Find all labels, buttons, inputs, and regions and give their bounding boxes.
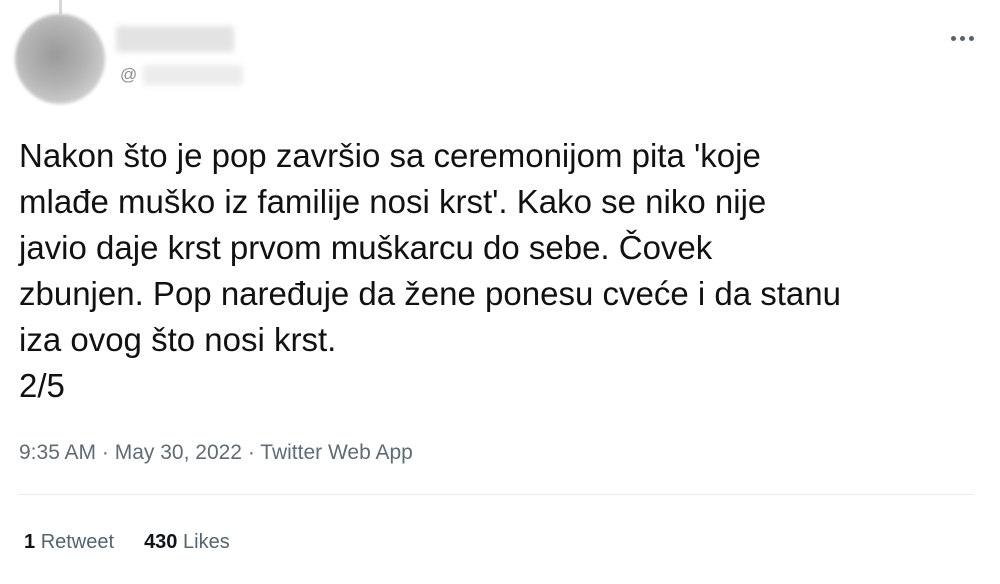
tweet-text-line: zbunjen. Pop naređuje da žene ponesu cve… bbox=[19, 275, 841, 312]
thread-connector-line bbox=[59, 0, 62, 14]
retweets-stat[interactable]: 1 Retweet bbox=[24, 528, 114, 556]
thread-counter: 2/5 bbox=[19, 367, 65, 404]
meta-separator: · bbox=[96, 441, 115, 464]
tweet-stats: 1 Retweet 430 Likes bbox=[24, 528, 230, 556]
more-horizontal-icon bbox=[951, 35, 956, 41]
user-handle[interactable]: @ bbox=[120, 64, 244, 86]
avatar[interactable] bbox=[15, 14, 105, 104]
display-name-redacted[interactable] bbox=[116, 26, 234, 52]
tweet-text-line: Nakon što je pop završio sa ceremonijom … bbox=[19, 137, 761, 174]
more-horizontal-icon-dot bbox=[960, 35, 965, 41]
tweet-source[interactable]: Twitter Web App bbox=[260, 441, 413, 464]
tweet-text: Nakon što je pop završio sa ceremonijom … bbox=[19, 133, 979, 409]
divider bbox=[18, 494, 974, 495]
likes-stat[interactable]: 430 Likes bbox=[144, 528, 230, 556]
likes-label: Likes bbox=[183, 531, 230, 553]
more-horizontal-icon-dot bbox=[969, 35, 974, 41]
likes-count: 430 bbox=[144, 531, 178, 553]
tweet-text-line: iza ovog što nosi krst. bbox=[19, 321, 337, 358]
handle-at-symbol: @ bbox=[120, 65, 138, 84]
tweet-text-line: javio daje krst prvom muškarcu do sebe. … bbox=[19, 229, 713, 266]
tweet-metadata: 9:35 AM · May 30, 2022 · Twitter Web App bbox=[19, 439, 413, 467]
more-options-button[interactable] bbox=[951, 28, 974, 48]
tweet-text-line: mlađe muško iz familije nosi krst'. Kako… bbox=[19, 183, 767, 220]
tweet-date[interactable]: May 30, 2022 bbox=[115, 441, 242, 464]
meta-separator: · bbox=[242, 441, 261, 464]
handle-redacted bbox=[143, 65, 244, 85]
retweets-label: Retweet bbox=[40, 531, 115, 553]
retweets-count: 1 bbox=[24, 531, 36, 553]
tweet-time[interactable]: 9:35 AM bbox=[19, 441, 96, 464]
